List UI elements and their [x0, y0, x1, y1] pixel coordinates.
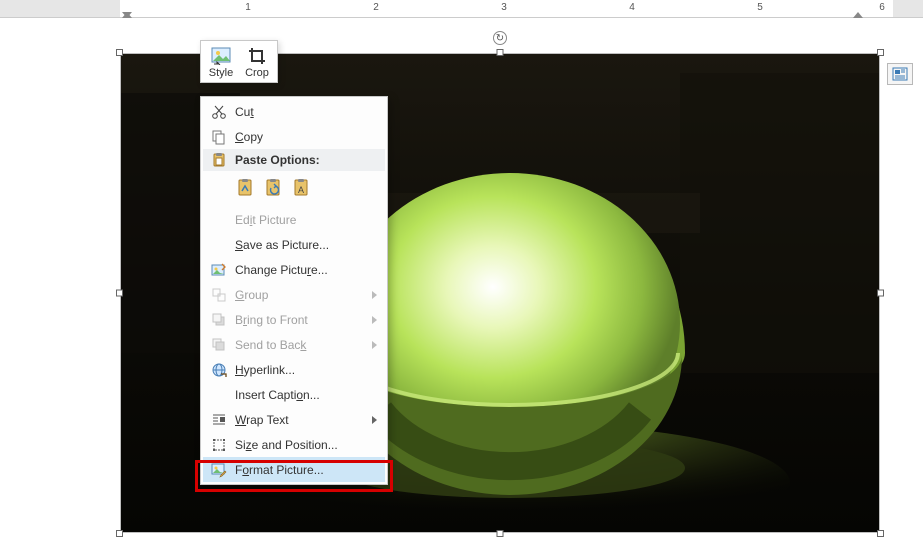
menu-paste-options-label: Paste Options: [235, 153, 320, 167]
menu-insert-caption-label: Insert Caption... [235, 388, 320, 402]
ruler-tick: 4 [629, 2, 635, 13]
resize-handle-bm[interactable] [497, 530, 504, 537]
menu-bring-to-front: Bring to Front [203, 307, 385, 332]
paste-option-keep-source[interactable] [233, 175, 259, 201]
layout-options-button[interactable] [887, 63, 913, 85]
menu-cut-label: Cut [235, 105, 254, 119]
menu-copy[interactable]: Copy [203, 124, 385, 149]
hyperlink-icon [207, 360, 231, 380]
blank-icon [207, 385, 231, 405]
mini-toolbar: Style Crop [200, 40, 278, 83]
menu-size-and-position[interactable]: Size and Position... [203, 432, 385, 457]
size-position-icon [207, 435, 231, 455]
crop-button[interactable]: Crop [239, 43, 275, 80]
rotate-handle[interactable]: ↻ [493, 31, 507, 45]
paste-icon [207, 150, 231, 170]
menu-save-as-picture-label: Save as Picture... [235, 238, 329, 252]
wrap-text-icon [207, 410, 231, 430]
horizontal-ruler: 1 2 3 4 5 6 [0, 0, 923, 18]
menu-copy-label: Copy [235, 130, 263, 144]
crop-label: Crop [239, 67, 275, 79]
menu-edit-picture: Edit Picture [203, 207, 385, 232]
style-label: Style [203, 67, 239, 79]
ruler-tick: 1 [245, 2, 251, 13]
resize-handle-ml[interactable] [116, 290, 123, 297]
menu-save-as-picture[interactable]: Save as Picture... [203, 232, 385, 257]
menu-paste-options-header: Paste Options: [203, 149, 385, 171]
menu-hyperlink-label: Hyperlink... [235, 363, 295, 377]
resize-handle-tr[interactable] [877, 49, 884, 56]
menu-group: Group [203, 282, 385, 307]
resize-handle-bl[interactable] [116, 530, 123, 537]
submenu-arrow-icon [372, 341, 377, 349]
menu-wrap-text-label: Wrap Text [235, 413, 289, 427]
menu-group-label: Group [235, 288, 268, 302]
send-to-back-icon [207, 335, 231, 355]
menu-send-to-back: Send to Back [203, 332, 385, 357]
menu-cut[interactable]: Cut [203, 99, 385, 124]
menu-format-picture-label: Format Picture... [235, 463, 324, 477]
ruler-tick: 5 [757, 2, 763, 13]
paste-option-merge[interactable] [261, 175, 287, 201]
paste-option-picture[interactable]: A [289, 175, 315, 201]
crop-icon [239, 45, 275, 67]
document-page: ↻ Style Crop Cut [0, 18, 923, 543]
menu-insert-caption[interactable]: Insert Caption... [203, 382, 385, 407]
change-picture-icon [207, 260, 231, 280]
context-menu: Cut Copy Paste Options: A [200, 96, 388, 485]
submenu-arrow-icon [372, 416, 377, 424]
style-button[interactable]: Style [203, 43, 239, 80]
blank-icon [207, 210, 231, 230]
format-picture-icon [207, 460, 231, 480]
picture-style-icon [203, 45, 239, 67]
resize-handle-br[interactable] [877, 530, 884, 537]
menu-send-to-back-label: Send to Back [235, 338, 306, 352]
group-icon [207, 285, 231, 305]
menu-edit-picture-label: Edit Picture [235, 213, 296, 227]
blank-icon [207, 235, 231, 255]
bring-to-front-icon [207, 310, 231, 330]
submenu-arrow-icon [372, 316, 377, 324]
ruler-tick: 2 [373, 2, 379, 13]
paste-options-row: A [203, 171, 385, 207]
cut-icon [207, 102, 231, 122]
svg-text:A: A [298, 185, 304, 195]
resize-handle-mr[interactable] [877, 290, 884, 297]
ruler-tick: 6 [879, 2, 885, 13]
menu-bring-to-front-label: Bring to Front [235, 313, 308, 327]
menu-format-picture[interactable]: Format Picture... [203, 457, 385, 482]
resize-handle-tm[interactable] [497, 49, 504, 56]
ruler-tick: 3 [501, 2, 507, 13]
menu-hyperlink[interactable]: Hyperlink... [203, 357, 385, 382]
submenu-arrow-icon [372, 291, 377, 299]
menu-change-picture-label: Change Picture... [235, 263, 328, 277]
resize-handle-tl[interactable] [116, 49, 123, 56]
copy-icon [207, 127, 231, 147]
menu-size-and-position-label: Size and Position... [235, 438, 338, 452]
menu-wrap-text[interactable]: Wrap Text [203, 407, 385, 432]
menu-change-picture[interactable]: Change Picture... [203, 257, 385, 282]
